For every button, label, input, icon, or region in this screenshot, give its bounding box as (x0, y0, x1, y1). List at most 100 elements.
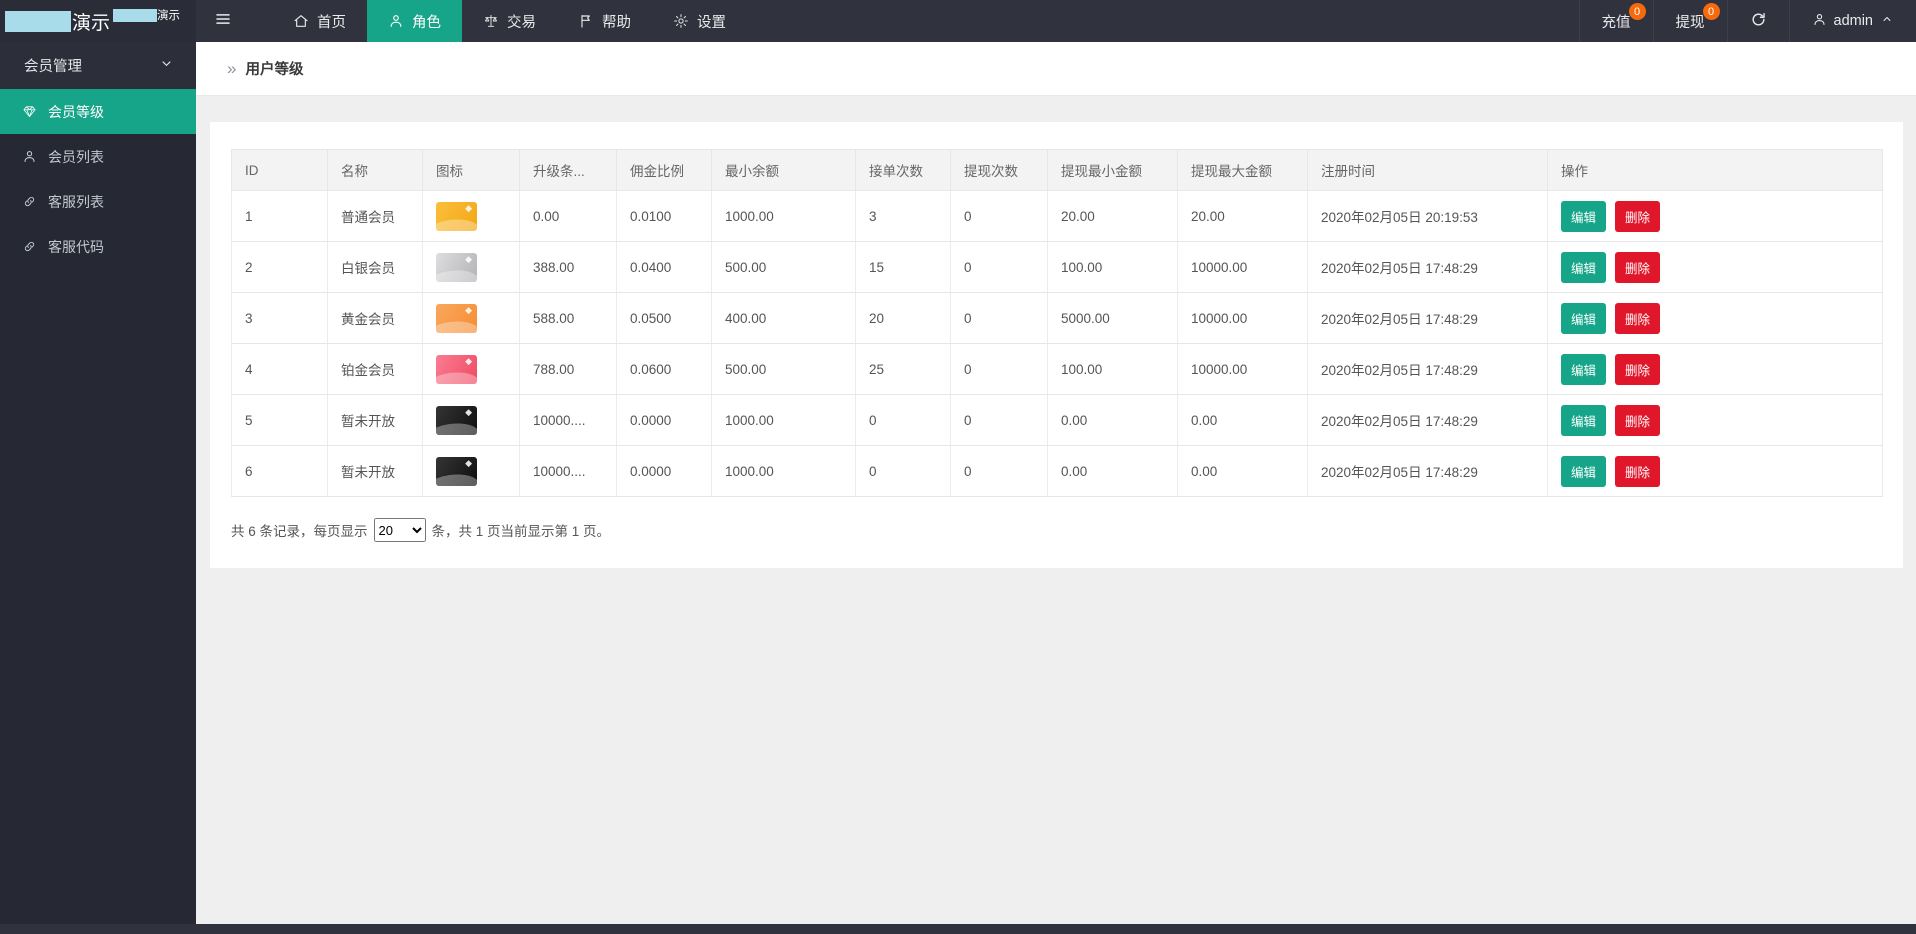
column-header-1: 名称 (328, 150, 423, 191)
cell-orders: 3 (856, 191, 951, 242)
edit-button[interactable]: 编辑 (1561, 252, 1606, 283)
edit-button[interactable]: 编辑 (1561, 201, 1606, 232)
navbar-recharge-button[interactable]: 充值0 (1579, 0, 1653, 42)
sidebar-item-service-list[interactable]: 客服列表 (0, 179, 196, 224)
cell-commission: 0.0400 (617, 242, 712, 293)
delete-button[interactable]: 删除 (1615, 303, 1660, 334)
per-page-select[interactable]: 20 (374, 518, 426, 542)
cell-withdraw_count: 0 (951, 446, 1048, 497)
cell-max_withdraw: 0.00 (1178, 395, 1308, 446)
delete-button[interactable]: 删除 (1615, 405, 1660, 436)
nav-item-home[interactable]: 首页 (272, 0, 367, 42)
cell-withdraw_count: 0 (951, 293, 1048, 344)
table-row: 2白银会员◆388.000.0400500.00150100.0010000.0… (232, 242, 1883, 293)
page-title: 用户等级 (245, 58, 303, 79)
nav-item-label: 首页 (317, 11, 346, 32)
cell-reg_time: 2020年02月05日 17:48:29 (1308, 344, 1548, 395)
sidebar-group-member-management[interactable]: 会员管理 (0, 42, 196, 89)
navbar-withdraw-button[interactable]: 提现0 (1653, 0, 1727, 42)
diamond-icon: ◆ (465, 408, 472, 417)
nav-item-help[interactable]: 帮助 (557, 0, 652, 42)
diamond-icon: ◆ (465, 204, 472, 213)
edit-button[interactable]: 编辑 (1561, 303, 1606, 334)
refresh-icon (1750, 11, 1767, 32)
refresh-button[interactable] (1727, 0, 1789, 42)
cell-upgrade: 0.00 (520, 191, 617, 242)
cell-reg_time: 2020年02月05日 17:48:29 (1308, 395, 1548, 446)
cell-upgrade: 788.00 (520, 344, 617, 395)
double-chevron-right-icon: » (227, 60, 236, 77)
cell-upgrade: 10000.... (520, 395, 617, 446)
level-card-icon: ◆ (436, 253, 477, 282)
cell-icon: ◆ (423, 293, 520, 344)
content-card: ID名称图标升级条...佣金比例最小余额接单次数提现次数提现最小金额提现最大金额… (210, 122, 1903, 568)
cell-orders: 20 (856, 293, 951, 344)
cell-name: 铂金会员 (328, 344, 423, 395)
cell-min_balance: 500.00 (712, 242, 856, 293)
cell-min_withdraw: 0.00 (1048, 395, 1178, 446)
cell-min_withdraw: 20.00 (1048, 191, 1178, 242)
nav-item-label: 角色 (412, 11, 441, 32)
cell-actions: 编辑删除 (1548, 293, 1883, 344)
table-row: 3黄金会员◆588.000.0500400.002005000.0010000.… (232, 293, 1883, 344)
cell-max_withdraw: 20.00 (1178, 191, 1308, 242)
column-header-8: 提现最小金额 (1048, 150, 1178, 191)
nav-item-label: 交易 (507, 11, 536, 32)
sidebar: 会员管理 会员等级会员列表客服列表客服代码 (0, 42, 196, 924)
sidebar-toggle-button[interactable] (196, 0, 250, 42)
table-row: 6暂未开放◆10000....0.00001000.00000.000.0020… (232, 446, 1883, 497)
cell-min_balance: 500.00 (712, 344, 856, 395)
gear-icon (673, 13, 689, 29)
diamond-icon: ◆ (465, 357, 472, 366)
cell-orders: 0 (856, 446, 951, 497)
cell-actions: 编辑删除 (1548, 191, 1883, 242)
nav-item-role[interactable]: 角色 (367, 0, 462, 42)
cell-actions: 编辑删除 (1548, 242, 1883, 293)
sidebar-group-label: 会员管理 (24, 55, 82, 76)
chevron-down-icon (159, 56, 174, 75)
cell-name: 黄金会员 (328, 293, 423, 344)
cell-actions: 编辑删除 (1548, 344, 1883, 395)
hamburger-icon (214, 10, 232, 33)
cell-commission: 0.0000 (617, 446, 712, 497)
nav-item-trade[interactable]: 交易 (462, 0, 557, 42)
delete-button[interactable]: 删除 (1615, 252, 1660, 283)
edit-button[interactable]: 编辑 (1561, 456, 1606, 487)
user-menu-button[interactable]: admin (1789, 0, 1916, 42)
column-header-4: 佣金比例 (617, 150, 712, 191)
cell-withdraw_count: 0 (951, 191, 1048, 242)
table-row: 1普通会员◆0.000.01001000.003020.0020.002020年… (232, 191, 1883, 242)
delete-button[interactable]: 删除 (1615, 201, 1660, 232)
nav-item-settings[interactable]: 设置 (652, 0, 747, 42)
cell-min_withdraw: 100.00 (1048, 242, 1178, 293)
edit-button[interactable]: 编辑 (1561, 354, 1606, 385)
diamond-icon: ◆ (465, 255, 472, 264)
cell-upgrade: 10000.... (520, 446, 617, 497)
delete-button[interactable]: 删除 (1615, 354, 1660, 385)
pagination-bar: 共 6 条记录，每页显示 20 条，共 1 页当前显示第 1 页。 (231, 518, 1882, 542)
level-card-icon: ◆ (436, 406, 477, 435)
edit-button[interactable]: 编辑 (1561, 405, 1606, 436)
column-header-7: 提现次数 (951, 150, 1048, 191)
sidebar-item-label: 会员等级 (48, 102, 104, 122)
sidebar-item-member-list[interactable]: 会员列表 (0, 134, 196, 179)
diamond-icon: ◆ (465, 459, 472, 468)
cell-withdraw_count: 0 (951, 242, 1048, 293)
cell-withdraw_count: 0 (951, 395, 1048, 446)
table-header: ID名称图标升级条...佣金比例最小余额接单次数提现次数提现最小金额提现最大金额… (232, 150, 1883, 191)
sidebar-item-service-code[interactable]: 客服代码 (0, 224, 196, 269)
table-row: 5暂未开放◆10000....0.00001000.00000.000.0020… (232, 395, 1883, 446)
cell-reg_time: 2020年02月05日 17:48:29 (1308, 293, 1548, 344)
delete-button[interactable]: 删除 (1615, 456, 1660, 487)
app-logo: 演示 演示 (0, 0, 196, 42)
cell-icon: ◆ (423, 446, 520, 497)
logo-demo-text-large: 演示 (72, 8, 110, 35)
link-icon (22, 194, 37, 209)
table-wrapper: ID名称图标升级条...佣金比例最小余额接单次数提现次数提现最小金额提现最大金额… (210, 122, 1903, 497)
level-card-icon: ◆ (436, 457, 477, 486)
cell-min_balance: 1000.00 (712, 191, 856, 242)
cell-icon: ◆ (423, 191, 520, 242)
sidebar-item-member-level[interactable]: 会员等级 (0, 89, 196, 134)
navbar-right: 充值0提现0 admin (1579, 0, 1916, 42)
cell-icon: ◆ (423, 395, 520, 446)
